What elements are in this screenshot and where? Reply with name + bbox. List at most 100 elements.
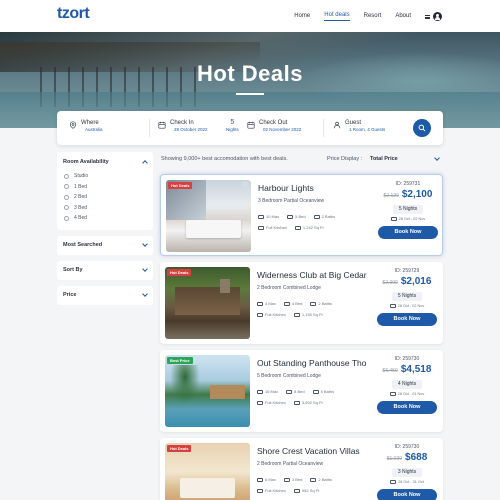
- property-photo[interactable]: Best Price: [165, 355, 250, 427]
- filter-title: Price: [63, 292, 77, 298]
- radio-button[interactable]: [64, 205, 69, 211]
- deal-price: $2,100: [401, 189, 433, 200]
- dates-text: 28 Oct - 31 Oct: [398, 480, 424, 484]
- bed-shape: [180, 478, 235, 498]
- palm-shape: [170, 365, 200, 405]
- search-icon: [418, 124, 426, 132]
- feature-text: 2 Baths: [318, 477, 332, 482]
- checkout-field[interactable]: Check Out 02 November 2022: [247, 120, 301, 133]
- feature-text: 952 Sq Ft: [301, 488, 320, 493]
- hut-shape: [210, 385, 245, 399]
- guests-icon: [257, 301, 263, 306]
- book-now-button[interactable]: Book Now: [377, 313, 437, 326]
- calendar-icon: [247, 121, 255, 129]
- divider: [323, 119, 324, 137]
- checkin-value: 28 October 2022: [174, 127, 208, 132]
- property-title[interactable]: Out Standing Panthouse Tho: [257, 358, 367, 368]
- kitchen-icon: [257, 312, 263, 317]
- property-title[interactable]: Widerness Club at Big Cedar: [257, 270, 367, 280]
- nav-about[interactable]: About: [395, 13, 411, 21]
- kitchen-feature: Full Kitchen: [258, 225, 287, 230]
- room-option-3-bed[interactable]: 3 Bed: [63, 203, 147, 214]
- baths-feature: 2 Baths: [313, 214, 335, 219]
- chevron-down-icon: [142, 291, 148, 297]
- nav-resort[interactable]: Resort: [364, 13, 382, 21]
- bed-icon: [283, 477, 290, 482]
- option-label: 3 Bed: [74, 204, 88, 211]
- feature-text: 2 Baths: [318, 301, 332, 306]
- filter-title: Most Searched: [63, 242, 103, 248]
- where-value: Australia: [85, 127, 103, 132]
- book-now-button[interactable]: Book Now: [378, 226, 438, 239]
- filter-price[interactable]: Price: [57, 285, 153, 305]
- feature-text: 6 Max: [265, 477, 276, 482]
- feature-text: 3 Bed: [291, 477, 303, 482]
- filter-room-availability-header[interactable]: Room Availability: [63, 152, 148, 171]
- room-option-4-bed[interactable]: 4 Bed: [63, 213, 147, 224]
- result-card[interactable]: Hot Deals ♡ Harbour Lights 3 Bedroom Par…: [160, 174, 443, 256]
- title-underline: [236, 93, 264, 95]
- room-option-2-bed[interactable]: 2 Bed: [63, 192, 147, 203]
- bath-icon: [313, 214, 320, 219]
- filter-sort-by[interactable]: Sort By: [57, 260, 153, 280]
- chevron-down-icon: [434, 155, 440, 161]
- bed-icon: [283, 301, 290, 306]
- brand-logo[interactable]: tzort: [57, 6, 90, 22]
- property-photo[interactable]: Hot Deals ♡: [166, 180, 251, 252]
- old-price: $1,020: [386, 456, 403, 462]
- bed-shape: [186, 220, 241, 238]
- bath-icon: [310, 301, 317, 306]
- checkin-field[interactable]: Check In 28 October 2022: [158, 120, 208, 133]
- property-title[interactable]: Shore Crest Vacation Villas: [257, 446, 367, 456]
- book-now-button[interactable]: Book Now: [377, 489, 437, 500]
- room-option-studio[interactable]: Studio: [63, 171, 147, 182]
- guests-feature: 10 Max: [258, 214, 279, 219]
- dates-text: 28 Oct - 01 Nov: [397, 392, 425, 396]
- result-card[interactable]: Hot Deals Widerness Club at Big Cedar 2 …: [160, 262, 443, 344]
- beds-feature: 8 Bed: [286, 389, 305, 394]
- property-subtitle: 2 Bedroom Combined Lodge: [257, 285, 321, 291]
- area-feature: 952 Sq Ft: [293, 488, 320, 493]
- checkout-label: Check Out: [259, 120, 288, 126]
- radio-button[interactable]: [64, 184, 69, 190]
- property-photo[interactable]: Hot Deals: [165, 267, 250, 339]
- menu-icon: [425, 14, 430, 19]
- property-subtitle: 2 Bedroom Partial Oceanview: [257, 461, 324, 467]
- user-menu[interactable]: [425, 12, 442, 21]
- nav-home[interactable]: Home: [294, 13, 310, 21]
- filter-most-searched[interactable]: Most Searched: [57, 235, 153, 255]
- guest-label: Guest: [345, 120, 362, 126]
- radio-button[interactable]: [64, 194, 69, 200]
- feature-text: 1,242 Sq Ft: [302, 225, 324, 230]
- search-button[interactable]: [413, 119, 431, 137]
- property-id: ID: 259730: [394, 356, 420, 362]
- filter-room-availability: Room Availability Studio 1 Bed 2 Bed 3 B…: [57, 152, 153, 230]
- book-now-button[interactable]: Book Now: [377, 401, 437, 414]
- dates-text: 28 Oct - 02 Nov: [397, 304, 425, 308]
- room-option-1-bed[interactable]: 1 Bed: [63, 182, 147, 193]
- kitchen-feature: Full Kitchen: [257, 312, 286, 317]
- deal-price: $4,518: [400, 364, 432, 375]
- nights-display: 5 Nights: [226, 119, 239, 132]
- nav-hot-deals[interactable]: Hot deals: [324, 12, 350, 21]
- guest-field[interactable]: Guest 1 Room, 4 Guests: [333, 120, 385, 133]
- chevron-down-icon: [142, 241, 148, 247]
- property-id: ID: 259730: [394, 444, 420, 450]
- stay-dates: 28 Oct - 02 Nov: [375, 304, 439, 308]
- option-label: Studio: [74, 173, 89, 180]
- property-photo[interactable]: Hot Deals: [165, 443, 250, 500]
- kitchen-icon: [257, 488, 263, 493]
- property-title[interactable]: Harbour Lights: [258, 183, 368, 193]
- beds-feature: 5 Bed: [287, 214, 306, 219]
- nights-badge: 5 Nights: [393, 205, 423, 214]
- kitchen-feature: Full Kitchen: [257, 400, 286, 405]
- radio-button[interactable]: [64, 215, 69, 221]
- result-card[interactable]: Best Price Out Standing Panthouse Tho 5 …: [160, 350, 443, 432]
- heart-icon[interactable]: ♡: [242, 182, 248, 189]
- radio-button[interactable]: [64, 173, 69, 179]
- guests-icon: [257, 389, 263, 394]
- where-field[interactable]: Where Australia: [69, 120, 103, 133]
- result-card[interactable]: Hot Deals Shore Crest Vacation Villas 2 …: [160, 438, 443, 500]
- price-display-select[interactable]: Total Price: [366, 153, 443, 165]
- price-display-value: Total Price: [370, 156, 398, 162]
